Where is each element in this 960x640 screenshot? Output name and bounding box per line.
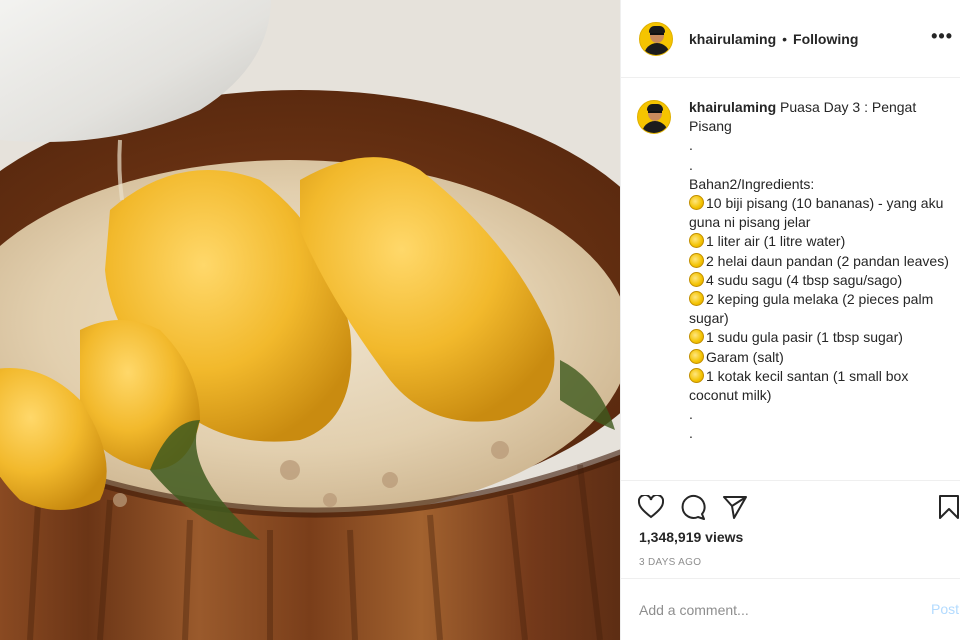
- separator-dot: •: [782, 30, 788, 47]
- post-comment-button[interactable]: Post: [931, 601, 959, 617]
- post-header: khairulaming • Following •••: [621, 0, 960, 78]
- comment-input[interactable]: Add a comment...: [639, 602, 960, 618]
- caption-section: khairulaming Puasa Day 3 : Pengat Pisang…: [621, 78, 960, 480]
- caption-text: khairulaming Puasa Day 3 : Pengat Pisang…: [689, 98, 949, 480]
- post-side-panel: khairulaming • Following ••• khairulamin…: [620, 0, 960, 640]
- more-options-icon[interactable]: •••: [931, 26, 953, 47]
- ingredient-line: 2 helai daun pandan (2 pandan leaves): [689, 252, 949, 271]
- sun-emoji-icon: [689, 252, 704, 268]
- post-actions: 1,348,919 views 3 DAYS AGO: [621, 480, 960, 578]
- pengat-pisang-photo: [0, 0, 620, 640]
- sun-emoji-icon: [689, 329, 704, 345]
- caption-line: .: [689, 406, 693, 423]
- caption-line: .: [689, 137, 693, 154]
- ingredient-line: 4 sudu sagu (4 tbsp sagu/sago): [689, 271, 949, 290]
- ingredient-line: 2 keping gula melaka (2 pieces palm suga…: [689, 291, 934, 327]
- caption-line: .: [689, 156, 693, 173]
- caption-line: Bahan2/Ingredients:: [689, 175, 815, 192]
- author-avatar[interactable]: [639, 21, 673, 56]
- ingredient-line: 1 kotak kecil santan (1 small box coconu…: [689, 367, 909, 404]
- post-timestamp[interactable]: 3 DAYS AGO: [639, 557, 701, 568]
- bookmark-icon[interactable]: [935, 493, 960, 521]
- caption-username[interactable]: khairulaming: [689, 99, 776, 115]
- sun-emoji-icon: [689, 348, 704, 364]
- view-count[interactable]: 1,348,919 views: [639, 529, 743, 545]
- ingredient-line: 1 liter air (1 litre water): [689, 232, 949, 251]
- sun-emoji-icon: [689, 195, 704, 211]
- post-image: [0, 0, 620, 640]
- ingredient-line: 1 sudu gula pasir (1 tbsp sugar): [689, 328, 949, 347]
- ingredient-line: Garam (salt): [689, 348, 949, 367]
- comment-bar: Add a comment... Post: [621, 578, 960, 640]
- ingredient-line: 10 biji pisang (10 bananas) - yang aku g…: [689, 195, 944, 231]
- following-button[interactable]: Following: [793, 31, 858, 47]
- comment-bubble-icon[interactable]: [679, 493, 707, 521]
- sun-emoji-icon: [689, 367, 704, 383]
- sun-emoji-icon: [689, 271, 704, 287]
- author-username[interactable]: khairulaming: [689, 31, 776, 47]
- caption-avatar[interactable]: [637, 100, 671, 134]
- paper-plane-icon[interactable]: [721, 493, 749, 521]
- sun-emoji-icon: [689, 233, 704, 249]
- caption-line: .: [689, 425, 693, 442]
- sun-emoji-icon: [689, 291, 704, 307]
- heart-icon[interactable]: [637, 493, 665, 521]
